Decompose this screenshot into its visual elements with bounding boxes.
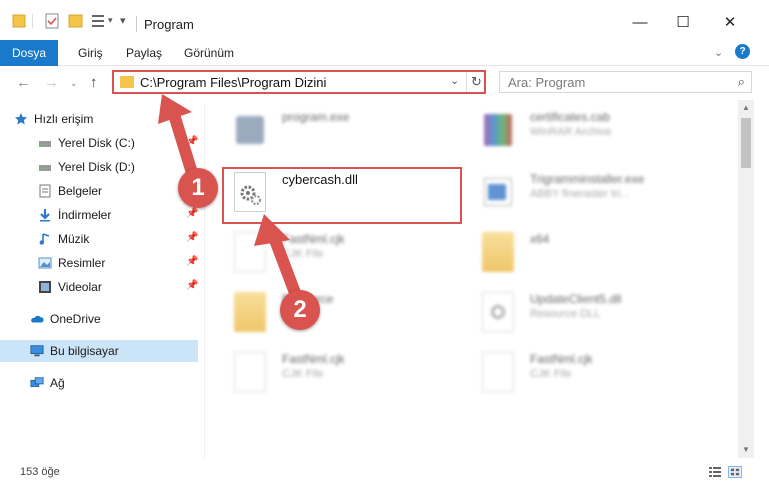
callout-badge-1: 1	[178, 168, 218, 208]
callout-arrows	[158, 94, 306, 312]
callout-badge-2: 2	[280, 290, 320, 330]
